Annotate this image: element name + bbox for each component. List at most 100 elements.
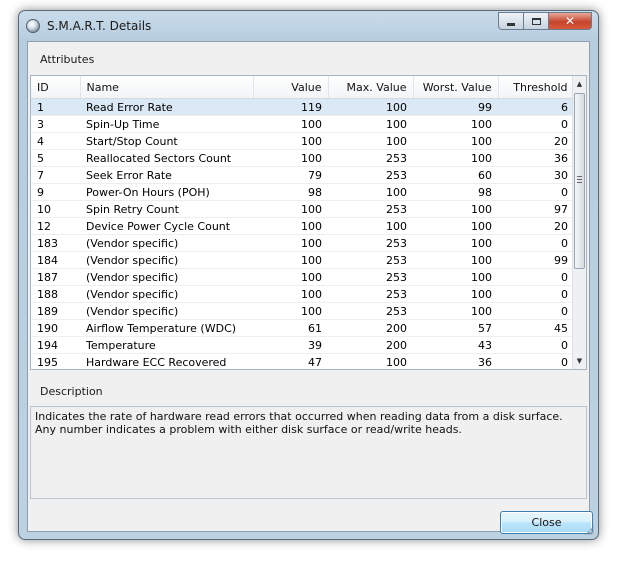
window-title: S.M.A.R.T. Details	[47, 19, 152, 33]
cell-max-value: 253	[328, 234, 413, 252]
cell-id: 9	[31, 183, 80, 201]
cell-value: 100	[253, 302, 328, 320]
cell-value: 119	[253, 98, 328, 116]
table-row[interactable]: 194 Temperature 39 200 43 0	[31, 336, 574, 354]
table-row[interactable]: 5 Reallocated Sectors Count 100 253 100 36	[31, 149, 574, 167]
attributes-table-body: 1 Read Error Rate 119 100 99 6 3 Spin-Up Time 10…	[31, 98, 574, 369]
smart-details-window: S.M.A.R.T. Details ✕ Attributes ID Name …	[18, 10, 599, 540]
column-header-name[interactable]: Name	[80, 76, 254, 99]
maximize-button[interactable]	[524, 12, 549, 30]
cell-id: 5	[31, 149, 80, 167]
attributes-label: Attributes	[40, 53, 95, 66]
cell-name: Temperature	[80, 336, 253, 354]
cell-value: 100	[253, 268, 328, 286]
disk-info-icon	[26, 19, 40, 33]
scroll-down-button[interactable]: ▼	[573, 353, 586, 369]
table-row[interactable]: 3 Spin-Up Time 100 100 100 0	[31, 115, 574, 133]
cell-max-value: 253	[328, 302, 413, 320]
cell-id: 12	[31, 217, 80, 235]
close-icon: ✕	[564, 14, 576, 28]
cell-max-value: 100	[328, 183, 413, 201]
table-row[interactable]: 184 (Vendor specific) 100 253 100 99	[31, 251, 574, 269]
column-header-id[interactable]: ID	[31, 76, 81, 99]
column-header-max-value[interactable]: Max. Value	[328, 76, 414, 99]
cell-worst-value: 100	[413, 251, 498, 269]
cell-name: Spin Retry Count	[80, 200, 253, 218]
table-row[interactable]: 195 Hardware ECC Recovered 47 100 36 0	[31, 353, 574, 369]
caption-buttons: ✕	[498, 12, 592, 30]
cell-name: Spin-Up Time	[80, 115, 253, 133]
cell-max-value: 253	[328, 251, 413, 269]
cell-worst-value: 36	[413, 353, 498, 369]
cell-value: 47	[253, 353, 328, 369]
cell-worst-value: 60	[413, 166, 498, 184]
cell-value: 79	[253, 166, 328, 184]
description-label: Description	[40, 385, 103, 398]
cell-worst-value: 99	[413, 98, 498, 116]
cell-max-value: 253	[328, 285, 413, 303]
cell-max-value: 100	[328, 132, 413, 150]
cell-worst-value: 100	[413, 115, 498, 133]
scroll-up-button[interactable]: ▲	[573, 76, 586, 92]
cell-id: 195	[31, 353, 80, 369]
cell-threshold: 45	[498, 319, 574, 337]
cell-max-value: 100	[328, 115, 413, 133]
cell-id: 187	[31, 268, 80, 286]
cell-threshold: 30	[498, 166, 574, 184]
table-row[interactable]: 7 Seek Error Rate 79 253 60 30	[31, 166, 574, 184]
cell-worst-value: 100	[413, 234, 498, 252]
cell-name: (Vendor specific)	[80, 251, 253, 269]
table-row[interactable]: 1 Read Error Rate 119 100 99 6	[31, 98, 574, 116]
table-row[interactable]: 9 Power-On Hours (POH) 98 100 98 0	[31, 183, 574, 201]
cell-value: 100	[253, 200, 328, 218]
table-row[interactable]: 4 Start/Stop Count 100 100 100 20	[31, 132, 574, 150]
cell-name: (Vendor specific)	[80, 302, 253, 320]
maximize-icon	[531, 17, 541, 25]
minimize-button[interactable]	[498, 12, 524, 30]
dialog-client-area: Attributes ID Name Value Max. Value Wors…	[27, 41, 593, 534]
description-text: Indicates the rate of hardware read erro…	[35, 410, 563, 436]
table-row[interactable]: 183 (Vendor specific) 100 253 100 0	[31, 234, 574, 252]
cell-max-value: 253	[328, 268, 413, 286]
cell-max-value: 253	[328, 149, 413, 167]
scrollbar-thumb[interactable]	[574, 93, 585, 269]
cell-name: Read Error Rate	[80, 98, 253, 116]
column-header-threshold[interactable]: Threshold	[498, 76, 575, 99]
cell-max-value: 100	[328, 353, 413, 369]
close-button[interactable]: Close	[500, 511, 593, 534]
table-row[interactable]: 188 (Vendor specific) 100 253 100 0	[31, 285, 574, 303]
cell-value: 98	[253, 183, 328, 201]
table-row[interactable]: 12 Device Power Cycle Count 100 100 100 20	[31, 217, 574, 235]
cell-name: Seek Error Rate	[80, 166, 253, 184]
column-header-worst-value[interactable]: Worst. Value	[413, 76, 499, 99]
cell-name: Airflow Temperature (WDC)	[80, 319, 253, 337]
cell-id: 3	[31, 115, 80, 133]
close-window-button[interactable]: ✕	[549, 12, 592, 30]
table-row[interactable]: 187 (Vendor specific) 100 253 100 0	[31, 268, 574, 286]
cell-id: 194	[31, 336, 80, 354]
minimize-icon	[507, 22, 515, 26]
cell-value: 61	[253, 319, 328, 337]
cell-threshold: 99	[498, 251, 574, 269]
cell-threshold: 97	[498, 200, 574, 218]
scroll-up-arrow-icon: ▲	[576, 80, 583, 88]
table-row[interactable]: 10 Spin Retry Count 100 253 100 97	[31, 200, 574, 218]
cell-value: 100	[253, 115, 328, 133]
cell-name: (Vendor specific)	[80, 285, 253, 303]
cell-threshold: 0	[498, 336, 574, 354]
cell-threshold: 0	[498, 234, 574, 252]
attributes-grid[interactable]: ID Name Value Max. Value Worst. Value Th…	[30, 75, 587, 370]
cell-max-value: 253	[328, 166, 413, 184]
cell-threshold: 0	[498, 115, 574, 133]
cell-value: 100	[253, 234, 328, 252]
title-bar[interactable]: S.M.A.R.T. Details ✕	[19, 11, 598, 41]
vertical-scrollbar[interactable]: ▲ ▼	[572, 76, 586, 369]
cell-value: 100	[253, 132, 328, 150]
table-row[interactable]: 189 (Vendor specific) 100 253 100 0	[31, 302, 574, 320]
column-header-value[interactable]: Value	[253, 76, 329, 99]
cell-worst-value: 100	[413, 200, 498, 218]
table-row[interactable]: 190 Airflow Temperature (WDC) 61 200 57 45	[31, 319, 574, 337]
cell-max-value: 100	[328, 98, 413, 116]
cell-max-value: 253	[328, 200, 413, 218]
cell-worst-value: 100	[413, 217, 498, 235]
